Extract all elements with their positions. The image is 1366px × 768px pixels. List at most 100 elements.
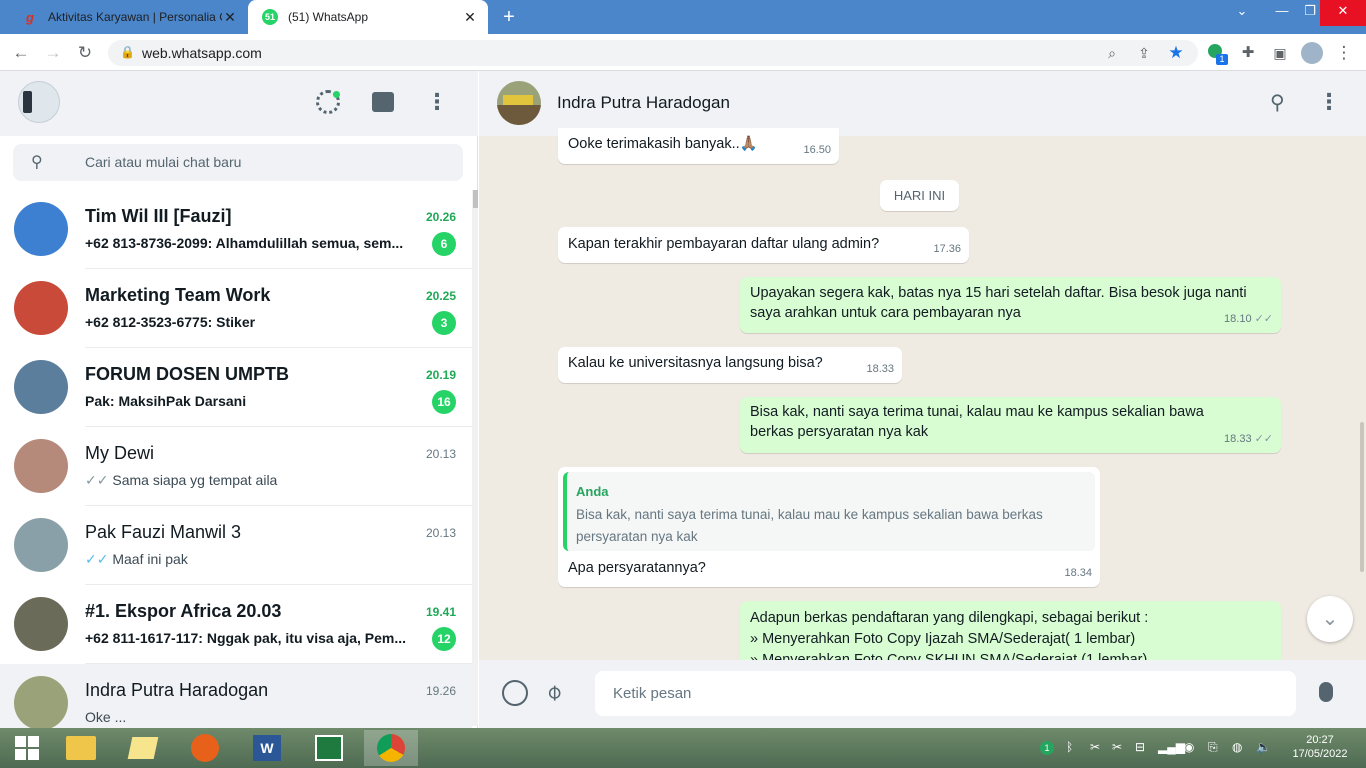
message-text: Kalau ke universitasnya langsung bisa? — [568, 355, 823, 371]
chat-preview-text: Sama siapa yg tempat aila — [112, 472, 278, 488]
microphone-icon[interactable] — [1319, 682, 1333, 702]
clock-date: 17/05/2022 — [1292, 748, 1348, 760]
message-line: » Menyerahkan Foto Copy Ijazah SMA/Seder… — [750, 631, 1136, 647]
chat-list-item[interactable]: My Dewi ✓✓ Sama siapa yg tempat aila 20.13 — [0, 427, 472, 506]
message-text: Kapan terakhir pembayaran daftar ulang a… — [568, 236, 880, 252]
new-chat-icon[interactable] — [372, 92, 394, 112]
chat-time: 19.26 — [425, 684, 456, 698]
chat-list-item[interactable]: Tim Wil III [Fauzi] +62 813-8736-2099: Al… — [0, 190, 472, 269]
chat-preview: Pak: MaksihPak Darsani — [85, 393, 425, 409]
chat-list-scrollbar[interactable] — [472, 190, 478, 726]
chat-preview-text: +62 811-1617-117: Nggak pak, itu visa aj… — [85, 630, 407, 646]
browser-menu-icon[interactable]: ⋮ — [1333, 42, 1355, 64]
chat-preview: +62 812-3523-6775: Stiker — [85, 314, 425, 330]
close-tab-icon[interactable]: ✕ — [462, 9, 478, 25]
tab-whatsapp[interactable]: 51 (51) WhatsApp ✕ — [248, 0, 488, 34]
forward-arrow-icon[interactable]: → — [42, 42, 64, 64]
message-in[interactable]: Kapan terakhir pembayaran daftar ulang a… — [558, 227, 969, 263]
chat-avatar — [14, 360, 68, 414]
unread-badge: 6 — [432, 232, 456, 256]
usb-icon[interactable]: ⊟ — [1135, 740, 1145, 754]
personalia-favicon-icon: g — [26, 9, 34, 25]
tray-app-icon[interactable]: ✂ — [1090, 740, 1100, 754]
chrome-tray-icon[interactable]: ◍ — [1232, 740, 1242, 754]
extension-badge: 1 — [1216, 54, 1228, 65]
window-close-button[interactable]: ✕ — [1320, 0, 1366, 26]
chat-list-item[interactable]: Pak Fauzi Manwil 3 ✓✓ Maaf ini pak 20.13 — [0, 506, 472, 585]
phone-icon — [23, 91, 32, 113]
scrollbar-thumb[interactable] — [473, 190, 478, 208]
my-avatar[interactable] — [18, 81, 60, 123]
chat-preview: Oke ... — [85, 709, 425, 725]
address-bar[interactable] — [108, 40, 1198, 66]
pdf-icon[interactable]: ⎘ — [1208, 740, 1218, 755]
chat-time: 20.13 — [425, 447, 456, 461]
system-clock[interactable]: 20:27 17/05/2022 — [1280, 733, 1360, 761]
sticky-notes-icon[interactable] — [116, 730, 170, 766]
firefox-icon[interactable] — [178, 730, 232, 766]
reload-icon[interactable]: ↻ — [74, 42, 96, 64]
network-icon[interactable]: ◉ — [1184, 740, 1194, 754]
unread-badge: 16 — [432, 390, 456, 414]
message-text: Upayakan segera kak, batas nya 15 hari s… — [750, 285, 1247, 321]
volume-icon[interactable]: 🔈 — [1256, 740, 1271, 754]
close-tab-icon[interactable]: ✕ — [222, 9, 238, 25]
chrome-icon[interactable] — [364, 730, 418, 766]
chat-name: Marketing Team Work — [85, 285, 271, 305]
message-time: 16.50 — [803, 144, 831, 156]
search-messages-icon[interactable]: ⚲ — [1270, 90, 1285, 115]
lock-icon[interactable]: 🔒 — [120, 45, 135, 59]
chat-preview: +62 813-8736-2099: Alhamdulillah semua, … — [85, 235, 425, 251]
side-panel-icon[interactable]: ▣ — [1269, 42, 1291, 64]
tray-whatsapp-badge[interactable]: 1 — [1040, 741, 1054, 755]
tray-app-icon[interactable]: ✂ — [1112, 740, 1122, 754]
windows-start-icon[interactable] — [0, 730, 54, 766]
message-scrollbar[interactable] — [1360, 422, 1364, 572]
chat-name: My Dewi — [85, 443, 155, 463]
message-input[interactable] — [595, 671, 1296, 716]
extensions-puzzle-icon[interactable]: ✚ — [1237, 42, 1259, 64]
message-out[interactable]: Adapun berkas pendaftaran yang dilengkap… — [740, 601, 1281, 660]
message-time: 18.34 — [1064, 567, 1092, 579]
chat-list-item[interactable]: FORUM DOSEN UMPTB Pak: MaksihPak Darsani 2… — [0, 348, 472, 427]
word-icon[interactable]: W — [240, 730, 294, 766]
chat-time: 20.19 — [425, 368, 456, 382]
search-icon: ⚲ — [31, 154, 43, 171]
message-text: Adapun berkas pendaftaran yang dilengkap… — [750, 610, 1149, 626]
share-icon[interactable]: ⇪ — [1133, 42, 1155, 64]
message-time: 18.33 — [866, 363, 894, 375]
contact-name: Indra Putra Haradogan — [557, 93, 730, 112]
back-arrow-icon[interactable]: ← — [10, 42, 32, 64]
profile-avatar[interactable] — [1301, 42, 1323, 64]
message-out[interactable]: Upayakan segera kak, batas nya 15 hari s… — [740, 277, 1281, 333]
chat-list-item[interactable]: Marketing Team Work +62 812-3523-6775: St… — [0, 269, 472, 348]
contact-avatar[interactable] — [497, 81, 541, 125]
conversation-menu-icon[interactable]: ⋮ — [1318, 88, 1340, 116]
double-check-icon: ✓✓ — [1254, 313, 1273, 325]
file-explorer-icon[interactable] — [54, 730, 108, 766]
zoom-icon[interactable]: ⌕ — [1101, 42, 1123, 64]
bookmark-star-icon[interactable]: ★ — [1165, 42, 1187, 64]
chat-name: #1. Ekspor Africa 20.03 — [85, 601, 282, 621]
signal-icon[interactable]: ▂▄▆ — [1158, 740, 1185, 754]
chat-time: 19.41 — [425, 605, 456, 619]
tab-search-icon[interactable]: ⌄ — [1222, 0, 1262, 26]
message-in[interactable]: Kalau ke universitasnya langsung bisa? 1… — [558, 347, 902, 383]
bluetooth-icon[interactable]: ᛒ — [1066, 740, 1073, 754]
double-check-icon: ✓✓ — [85, 551, 113, 567]
message-in[interactable]: Ooke terimakasih banyak..🙏🏽 16.50 — [558, 128, 839, 164]
chat-preview-text: +62 813-8736-2099: Alhamdulillah semua, … — [85, 235, 404, 251]
chat-list-item[interactable]: #1. Ekspor Africa 20.03 +62 811-1617-117:… — [0, 585, 472, 664]
message-in-with-quote[interactable]: Anda Bisa kak, nanti saya terima tunai, … — [558, 467, 1100, 587]
tab-personalia[interactable]: g Aktivitas Karyawan | Personalia G ✕ — [8, 0, 248, 34]
message-out[interactable]: Bisa kak, nanti saya terima tunai, kalau… — [740, 397, 1281, 453]
chat-preview-text: Oke ... — [85, 709, 127, 725]
menu-icon[interactable]: ⋮ — [426, 88, 448, 116]
new-tab-button[interactable]: + — [498, 6, 520, 28]
chat-avatar — [14, 281, 68, 335]
scroll-down-button[interactable]: ⌄ — [1307, 596, 1353, 642]
emoji-icon[interactable] — [502, 680, 528, 706]
excel-icon[interactable] — [302, 730, 356, 766]
date-divider: HARI INI — [880, 180, 959, 211]
quoted-message[interactable]: Anda Bisa kak, nanti saya terima tunai, … — [563, 472, 1095, 551]
